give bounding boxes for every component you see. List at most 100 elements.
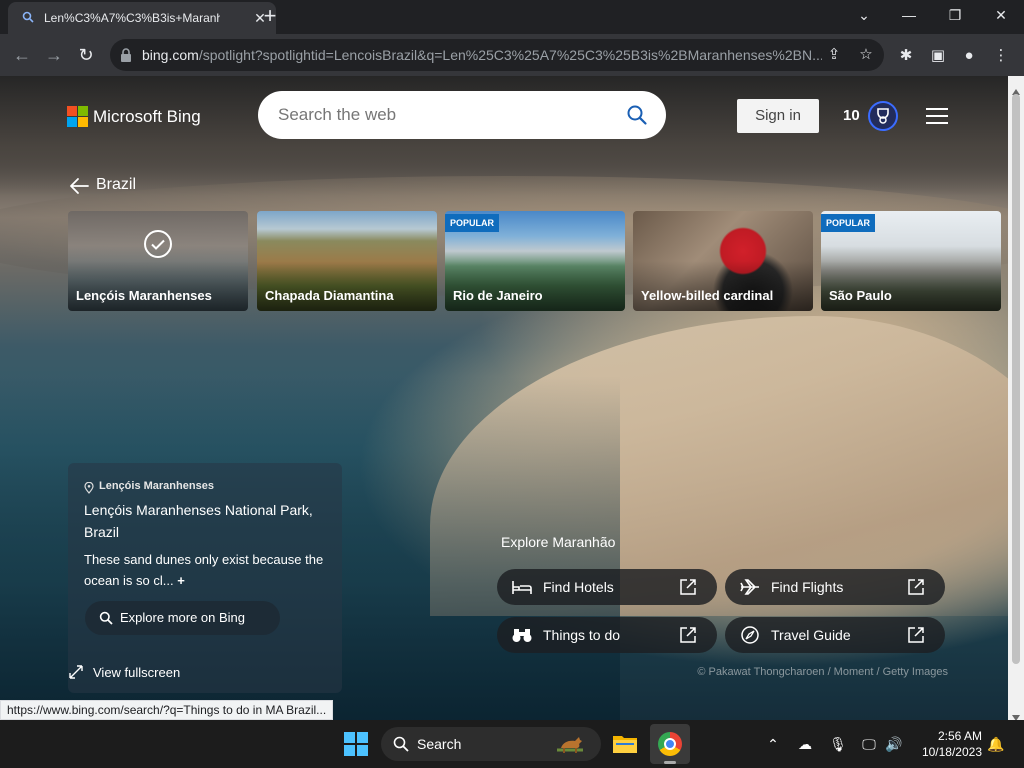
page-scrollbar[interactable]	[1008, 76, 1024, 721]
bed-icon	[511, 578, 533, 596]
card-rio-de-janeiro[interactable]: POPULAR Rio de Janeiro	[445, 211, 625, 311]
card-chapada-diamantina[interactable]: Chapada Diamantina	[257, 211, 437, 311]
location-name: Lençóis Maranhenses	[99, 480, 214, 492]
binoculars-icon	[511, 626, 533, 644]
share-icon[interactable]: ⇪	[824, 45, 844, 65]
card-label: São Paulo	[829, 288, 892, 303]
card-label: Chapada Diamantina	[265, 288, 394, 303]
bookmark-star-icon[interactable]: ☆	[856, 45, 876, 65]
windows-start-button[interactable]	[344, 732, 368, 756]
plane-icon	[739, 578, 761, 596]
search-box[interactable]	[258, 91, 666, 139]
selected-check-icon	[144, 230, 172, 258]
tab-title: Len%C3%A7%C3%B3is+Maranh	[44, 11, 220, 25]
bing-spotlight-page: Microsoft Bing Sign in 10 Brazil Lençóis…	[0, 76, 1008, 720]
card-label: Lençóis Maranhenses	[76, 288, 212, 303]
explore-title: Explore Maranhão	[501, 534, 616, 550]
sign-in-button[interactable]: Sign in	[737, 99, 819, 133]
tab-strip: Len%C3%A7%C3%B3is+Maranh ✕ + ⌄ — ❐ ✕	[0, 0, 1024, 34]
clock-time[interactable]: 2:56 AM	[920, 729, 982, 743]
windows-taskbar: Search ⌃ ☁ 🎙 🖵 🔊 2:56 AM 10/18/2023 🔔	[0, 720, 1024, 768]
close-window-button[interactable]: ✕	[986, 4, 1016, 26]
find-hotels-label: Find Hotels	[543, 579, 614, 595]
info-panel: Lençóis Maranhenses Lençóis Maranhenses …	[68, 463, 342, 693]
logo-text: Microsoft Bing	[93, 107, 201, 126]
card-label: Rio de Janeiro	[453, 288, 543, 303]
info-headline[interactable]: Lençóis Maranhenses National Park, Brazi…	[84, 499, 332, 543]
browser-tab[interactable]: Len%C3%A7%C3%B3is+Maranh ✕	[8, 2, 276, 34]
card-label: Yellow-billed cardinal	[641, 288, 774, 303]
restore-button[interactable]: ❐	[940, 4, 970, 26]
travel-guide-label: Travel Guide	[771, 627, 851, 643]
travel-guide-button[interactable]: Travel Guide	[725, 617, 945, 653]
search-favicon-icon	[22, 11, 36, 25]
external-link-icon	[678, 577, 698, 597]
lock-icon[interactable]	[120, 48, 132, 62]
card-lencois-maranhenses[interactable]: Lençóis Maranhenses	[68, 211, 248, 311]
microphone-icon[interactable]: 🎙	[828, 734, 848, 754]
reload-button[interactable]: ↻	[74, 43, 98, 67]
find-hotels-button[interactable]: Find Hotels	[497, 569, 717, 605]
notifications-bell-icon[interactable]: 🔔	[986, 734, 1006, 754]
back-button[interactable]: ←	[10, 43, 34, 67]
info-description[interactable]: These sand dunes only exist because the …	[84, 549, 332, 593]
external-link-icon	[678, 625, 698, 645]
clock-date[interactable]: 10/18/2023	[912, 745, 982, 759]
tab-search-chevron-icon[interactable]: ⌄	[849, 4, 879, 26]
extensions-icon[interactable]: ✱	[895, 45, 917, 67]
compass-icon	[739, 626, 761, 644]
volume-icon[interactable]: 🔊	[884, 734, 904, 754]
external-link-icon	[906, 625, 926, 645]
back-arrow-icon[interactable]	[68, 176, 90, 196]
onedrive-cloud-icon[interactable]: ☁	[795, 734, 815, 754]
search-icon	[393, 736, 409, 752]
minimize-button[interactable]: —	[894, 4, 924, 26]
popular-badge: POPULAR	[445, 214, 500, 232]
popular-badge: POPULAR	[821, 214, 876, 232]
card-sao-paulo[interactable]: POPULAR São Paulo	[821, 211, 1001, 311]
forward-button[interactable]: →	[42, 43, 66, 67]
address-bar[interactable]: bing.com/spotlight?spotlightid=LencoisBr…	[110, 39, 884, 71]
expand-icon	[68, 664, 84, 680]
microsoft-logo-icon	[67, 106, 88, 127]
url-host: bing.com	[142, 47, 199, 63]
breadcrumb-title[interactable]: Brazil	[96, 176, 136, 196]
scroll-down-arrow-icon[interactable]	[1012, 708, 1020, 721]
things-to-do-button[interactable]: Things to do	[497, 617, 717, 653]
url-text: bing.com/spotlight?spotlightid=LencoisBr…	[142, 47, 822, 63]
search-icon	[99, 611, 113, 625]
chrome-taskbar-icon[interactable]	[650, 724, 690, 764]
explore-more-button[interactable]: Explore more on Bing	[85, 601, 280, 635]
rewards-trophy-icon[interactable]	[868, 101, 898, 131]
link-status-bar: https://www.bing.com/search/?q=Things to…	[0, 700, 334, 720]
chrome-logo-icon	[658, 732, 682, 756]
profile-icon[interactable]: ●	[958, 45, 980, 67]
card-yellow-billed-cardinal[interactable]: Yellow-billed cardinal	[633, 211, 813, 311]
network-icon[interactable]: 🖵	[859, 734, 879, 754]
scroll-up-arrow-icon[interactable]	[1012, 82, 1020, 95]
taskbar-search[interactable]: Search	[381, 727, 601, 761]
expand-plus-icon[interactable]: +	[174, 573, 185, 588]
new-tab-button[interactable]: +	[260, 5, 280, 27]
more-menu-icon[interactable]: ⋮	[990, 45, 1012, 67]
browser-toolbar: ← → ↻ bing.com/spotlight?spotlightid=Len…	[0, 34, 1024, 76]
taskbar-search-label: Search	[417, 736, 462, 752]
show-hidden-icons-chevron-icon[interactable]: ⌃	[763, 734, 783, 754]
things-to-do-label: Things to do	[543, 627, 621, 643]
url-path: /spotlight?spotlightid=LencoisBrazil&q=L…	[198, 47, 822, 63]
search-icon[interactable]	[626, 104, 648, 126]
side-panel-icon[interactable]: ▣	[927, 45, 949, 67]
search-input[interactable]	[278, 103, 618, 127]
location-pin-icon	[84, 481, 94, 494]
scrollbar-thumb[interactable]	[1012, 94, 1020, 664]
rewards-points[interactable]: 10	[843, 107, 865, 125]
find-flights-button[interactable]: Find Flights	[725, 569, 945, 605]
external-link-icon	[906, 577, 926, 597]
file-explorer-icon[interactable]	[612, 732, 638, 754]
find-flights-label: Find Flights	[771, 579, 844, 595]
search-highlight-icon	[553, 732, 587, 756]
view-fullscreen-label: View fullscreen	[93, 665, 181, 680]
image-credit: © Pakawat Thongcharoen / Moment / Getty …	[697, 666, 948, 678]
description-text: These sand dunes only exist because the …	[84, 552, 324, 588]
menu-hamburger-icon[interactable]	[926, 108, 948, 124]
